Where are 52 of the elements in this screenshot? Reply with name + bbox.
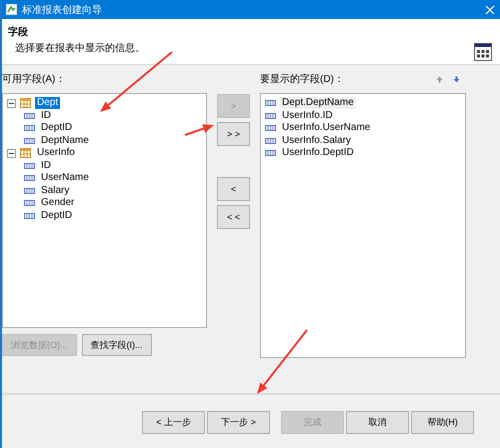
collapse-icon[interactable]: [7, 98, 16, 108]
table-icon: [20, 148, 31, 158]
cancel-button[interactable]: 取消: [346, 411, 409, 434]
help-button[interactable]: 帮助(H): [411, 411, 474, 434]
field-icon: [265, 150, 276, 156]
table-grid-icon: [474, 43, 492, 61]
field-icon: [24, 125, 35, 132]
field-icon: [265, 125, 276, 132]
tree-item[interactable]: ID: [39, 160, 53, 172]
move-up-icon[interactable]: [436, 76, 443, 82]
next-button[interactable]: 下一步 >: [207, 411, 270, 434]
move-down-icon[interactable]: [453, 76, 460, 82]
table-icon: [20, 98, 31, 108]
tree-item[interactable]: DeptName: [39, 134, 91, 147]
field-icon: [265, 100, 276, 106]
close-icon[interactable]: [484, 4, 496, 16]
remove-all-button[interactable]: < <: [217, 205, 250, 229]
find-field-button[interactable]: 查找字段(I)...: [82, 334, 152, 356]
tree-item[interactable]: Dept: [35, 97, 60, 110]
tree-item[interactable]: Salary: [39, 184, 72, 197]
collapse-icon[interactable]: [7, 148, 16, 158]
page-title: 字段: [8, 25, 29, 39]
field-icon: [265, 138, 276, 144]
add-all-button[interactable]: > >: [217, 122, 250, 146]
list-item[interactable]: UserInfo.DeptID: [280, 147, 356, 160]
tree-item[interactable]: DeptID: [39, 122, 74, 134]
list-item[interactable]: UserInfo.Salary: [280, 134, 353, 147]
tree-item[interactable]: ID: [39, 110, 53, 122]
available-fields-label: 可用字段(A)：: [2, 72, 66, 87]
tree-item[interactable]: UserName: [39, 172, 91, 184]
field-icon: [265, 112, 276, 119]
field-icon: [24, 138, 35, 144]
tree-item[interactable]: Gender: [39, 197, 76, 210]
annotation-arrow: [257, 329, 308, 394]
shown-fields-label: 要显示的字段(D)：: [260, 72, 344, 87]
field-icon: [24, 200, 35, 206]
tree-item[interactable]: UserInfo: [35, 147, 77, 160]
list-item[interactable]: UserInfo.UserName: [280, 122, 372, 134]
window-title: 标准报表创建向导: [22, 4, 103, 16]
field-icon: [24, 212, 35, 219]
list-item[interactable]: Dept.DeptName: [280, 97, 356, 110]
list-item[interactable]: UserInfo.ID: [280, 110, 335, 122]
back-button[interactable]: < 上一步: [142, 411, 205, 434]
field-icon: [24, 188, 35, 194]
remove-button[interactable]: <: [217, 177, 250, 201]
annotation-arrow: [184, 124, 214, 136]
app-icon: [6, 4, 17, 15]
field-icon: [24, 175, 35, 182]
tree-item[interactable]: DeptID: [39, 210, 74, 222]
page-description: 选择要在报表中显示的信息。: [14, 42, 146, 55]
field-icon: [24, 162, 35, 169]
field-icon: [24, 112, 35, 119]
